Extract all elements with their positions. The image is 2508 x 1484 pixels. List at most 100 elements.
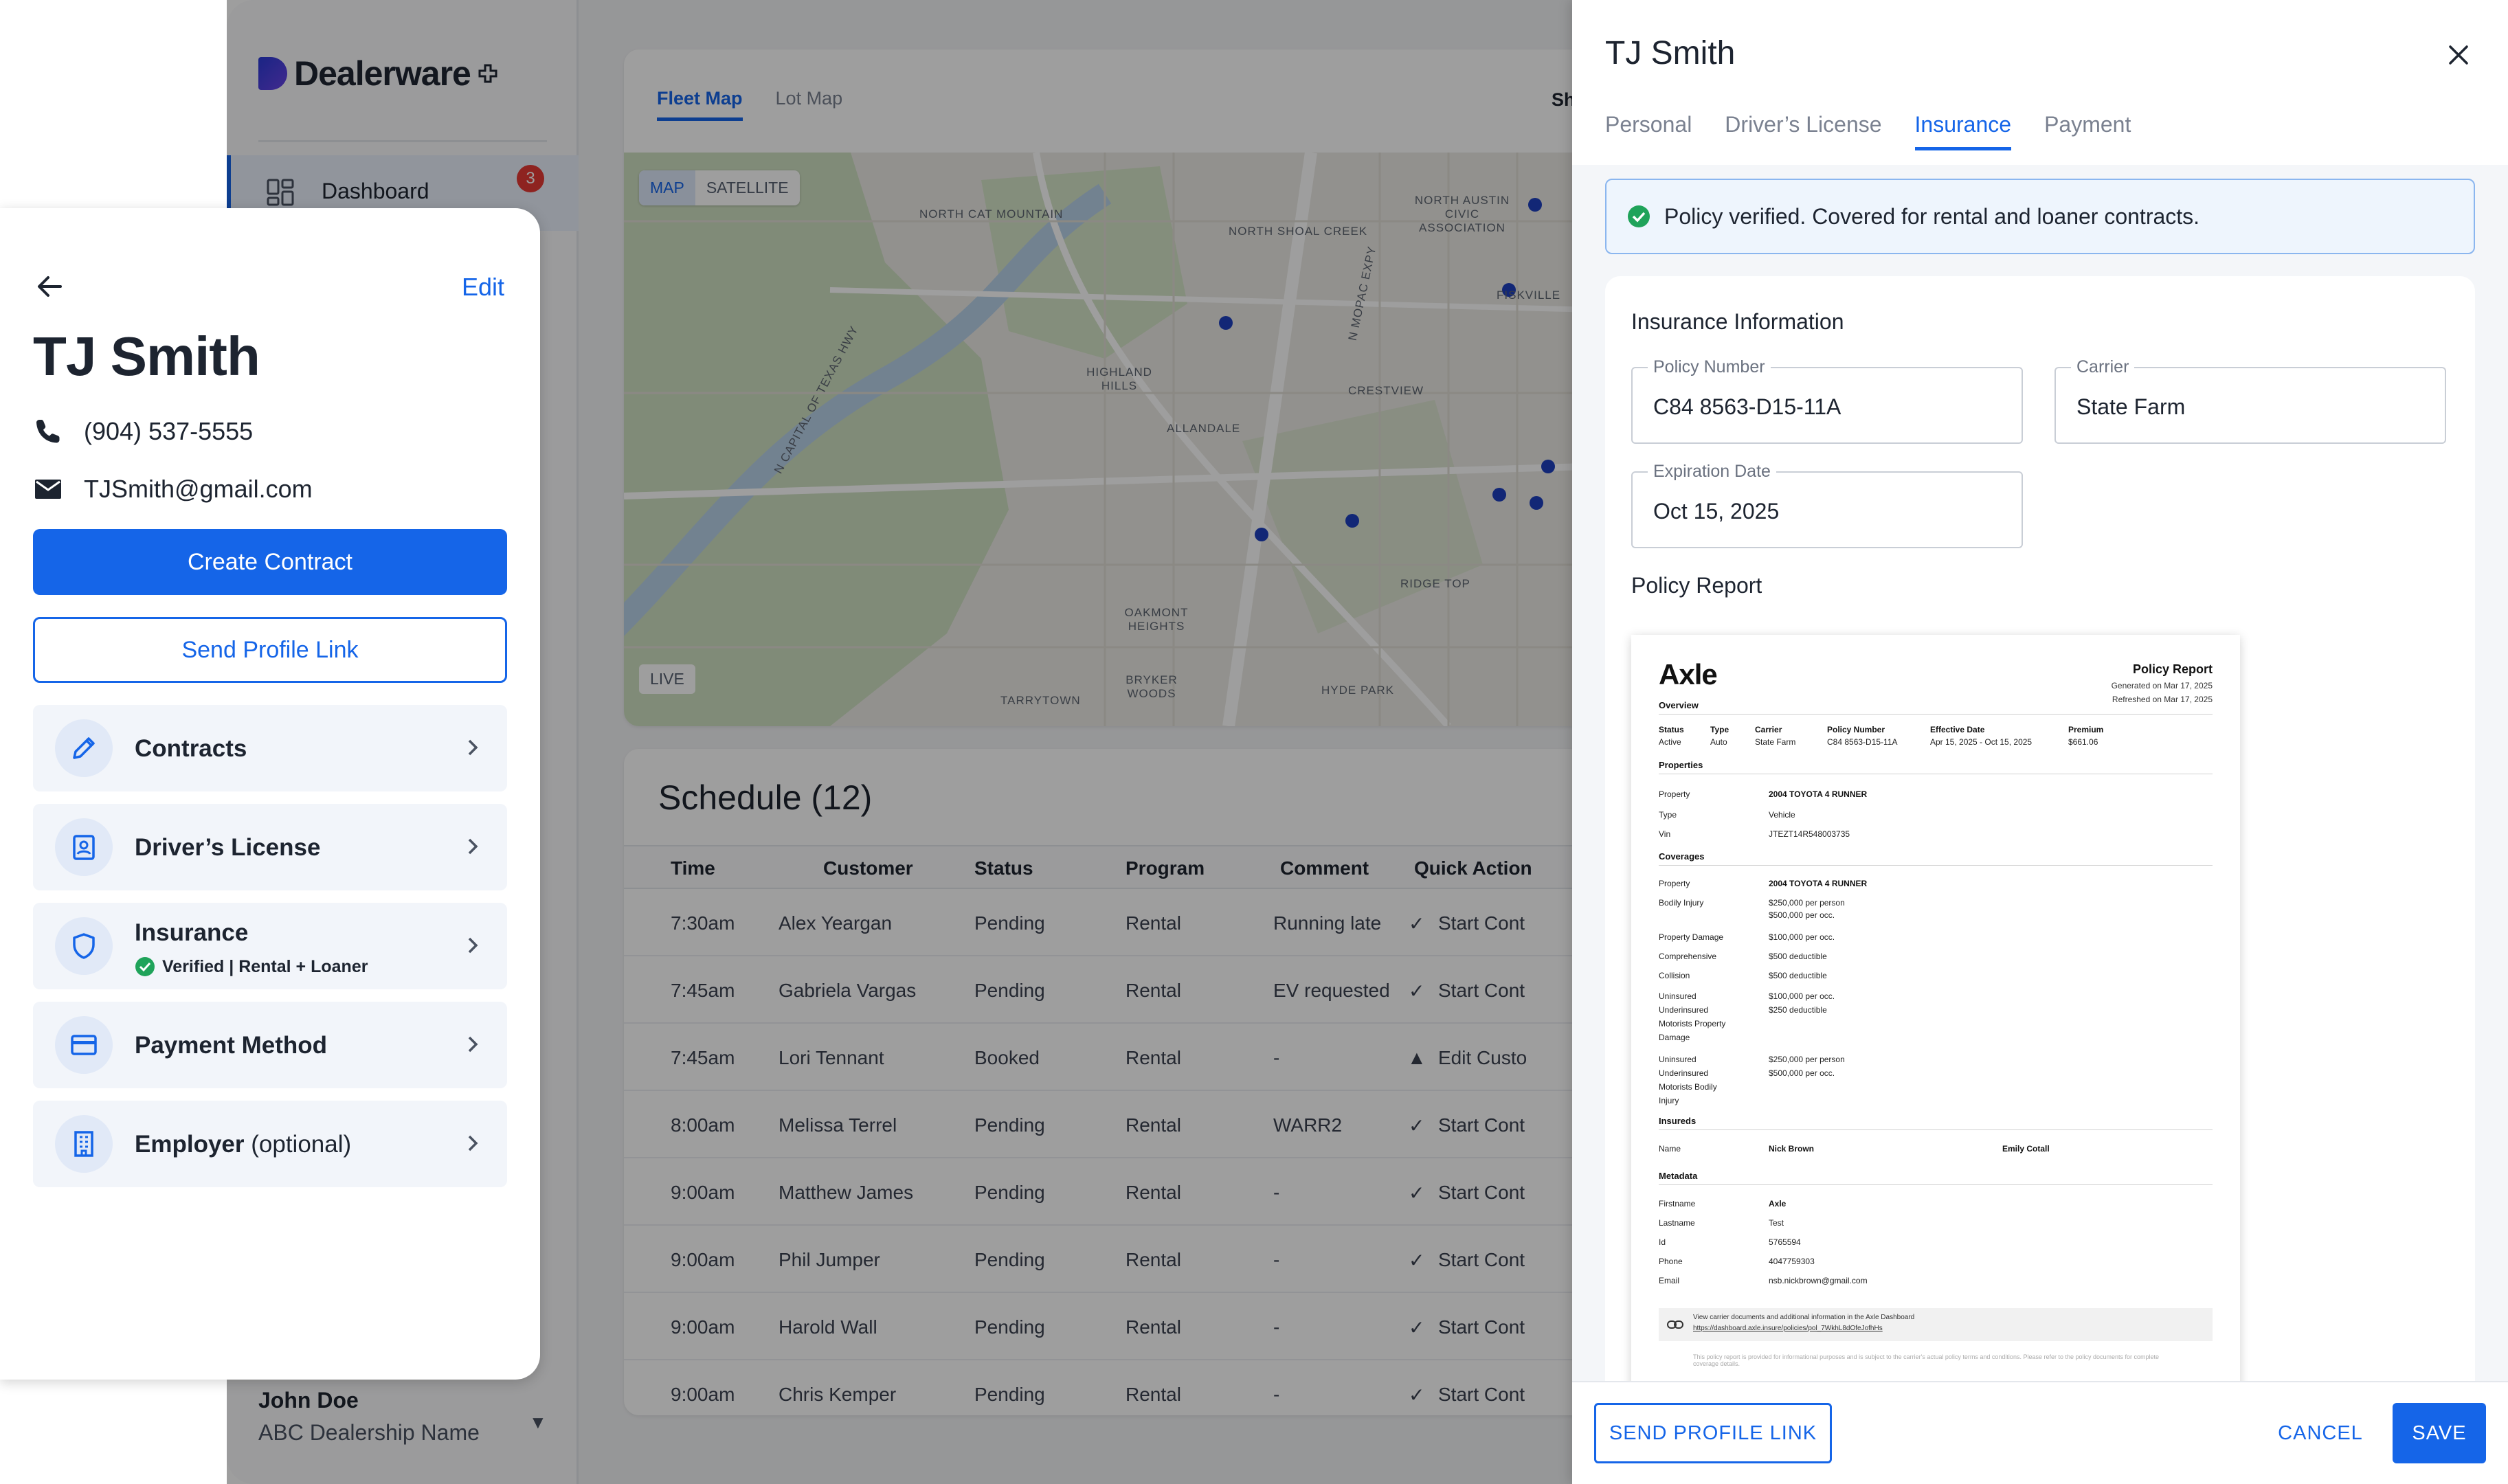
send-profile-link-button[interactable]: Send Profile Link <box>33 617 507 683</box>
report-value: Apr 15, 2025 - Oct 15, 2025 <box>1930 737 2033 747</box>
report-key: Name <box>1659 1144 1681 1154</box>
phone-icon <box>36 420 60 443</box>
report-value: Emily Cotall <box>2002 1144 2050 1154</box>
report-key: Uninsured <box>1659 1055 1697 1064</box>
report-value: nsb.nickbrown@gmail.com <box>1769 1276 1868 1285</box>
divider <box>1659 1129 2213 1130</box>
tab-personal[interactable]: Personal <box>1605 112 1692 150</box>
icon-circle <box>55 719 113 777</box>
optional-label: (optional) <box>251 1131 352 1158</box>
verified-check-icon <box>135 957 155 976</box>
building-icon <box>74 1131 93 1157</box>
profile-item-employer[interactable]: Employer (optional) <box>33 1101 507 1187</box>
phone-row[interactable]: (904) 537-5555 <box>33 416 253 447</box>
report-key: Phone <box>1659 1257 1683 1266</box>
report-key: Damage <box>1659 1033 1690 1042</box>
report-value: Active <box>1659 737 1681 747</box>
report-key: Lastname <box>1659 1218 1695 1228</box>
box-text: View carrier documents and additional in… <box>1693 1314 1915 1321</box>
report-value: 4047759303 <box>1769 1257 1815 1266</box>
tab-payment[interactable]: Payment <box>2044 112 2131 150</box>
report-key: Bodily Injury <box>1659 898 1704 908</box>
chevron-right-icon <box>468 937 478 954</box>
credit-card-icon <box>71 1035 97 1055</box>
verified-check-icon <box>1628 205 1650 227</box>
field-label: Expiration Date <box>1648 462 1776 482</box>
report-title: Policy Report <box>2132 662 2213 676</box>
dashboard-link[interactable]: https://dashboard.axle.insure/policies/p… <box>1693 1323 1914 1334</box>
insurance-status: Verified | Rental + Loaner <box>135 956 368 977</box>
drawer-footer: SEND PROFILE LINK CANCEL SAVE <box>1572 1381 2508 1484</box>
field-label: Policy Number <box>1648 357 1771 377</box>
report-value: State Farm <box>1755 737 1796 747</box>
report-key: Policy Number <box>1827 725 1885 734</box>
profile-item-drivers-license[interactable]: Driver’s License <box>33 804 507 890</box>
policy-report-document[interactable]: Axle Policy Report Generated on Mar 17, … <box>1631 635 2240 1381</box>
customer-name: TJ Smith <box>33 326 260 387</box>
link-icon <box>1667 1320 1683 1329</box>
profile-item-contracts[interactable]: Contracts <box>33 705 507 791</box>
profile-item-payment-method[interactable]: Payment Method <box>33 1002 507 1088</box>
divider <box>1659 1184 2213 1185</box>
report-key: Firstname <box>1659 1199 1696 1208</box>
field-label: Carrier <box>2071 357 2135 377</box>
report-value: Vehicle <box>1769 810 1795 820</box>
chevron-right-icon <box>468 1036 478 1053</box>
drawer-title: TJ Smith <box>1605 35 1736 71</box>
cancel-button[interactable]: CANCEL <box>2269 1403 2372 1463</box>
report-value: $661.06 <box>2068 737 2098 747</box>
report-section: Insureds <box>1659 1116 1697 1126</box>
drawer-header: TJ Smith Personal Driver’s License Insur… <box>1572 0 2508 165</box>
report-key: Status <box>1659 725 1684 734</box>
pencil-icon <box>73 737 95 759</box>
report-value: 2004 TOYOTA 4 RUNNER <box>1769 879 1868 888</box>
field-value: Oct 15, 2025 <box>1653 499 1780 524</box>
save-button[interactable]: SAVE <box>2393 1403 2486 1463</box>
close-icon[interactable] <box>2443 40 2474 70</box>
expiration-date-field[interactable]: Expiration Date Oct 15, 2025 <box>1631 462 2023 548</box>
arrow-back-icon[interactable] <box>33 270 66 303</box>
report-key: Underinsured <box>1659 1068 1709 1078</box>
report-refreshed: Refreshed on Mar 17, 2025 <box>2112 695 2213 704</box>
report-key: Premium <box>2068 725 2104 734</box>
send-profile-link-button[interactable]: SEND PROFILE LINK <box>1594 1403 1832 1463</box>
edit-button[interactable]: Edit <box>462 273 504 302</box>
email-address: TJSmith@gmail.com <box>84 475 313 503</box>
chevron-right-icon <box>468 1135 478 1151</box>
icon-circle <box>55 917 113 975</box>
report-value: $250 deductible <box>1769 1005 1827 1015</box>
create-contract-button[interactable]: Create Contract <box>33 529 507 595</box>
report-value: Axle <box>1769 1199 1787 1208</box>
policy-number-field[interactable]: Policy Number C84 8563-D15-11A <box>1631 357 2023 444</box>
profile-item-label: Employer (optional) <box>135 1131 351 1158</box>
verification-alert: Policy verified. Covered for rental and … <box>1605 179 2475 254</box>
report-key: Effective Date <box>1930 725 1985 734</box>
report-value: $100,000 per occ. <box>1769 991 1835 1001</box>
chevron-right-icon <box>468 838 478 855</box>
field-value: State Farm <box>2076 394 2186 419</box>
report-key: Motorists Bodily <box>1659 1082 1717 1092</box>
section-title: Insurance Information <box>1631 309 1844 334</box>
carrier-field[interactable]: Carrier State Farm <box>2054 357 2446 444</box>
profile-item-insurance[interactable]: Insurance Verified | Rental + Loaner <box>33 903 507 989</box>
report-value: $500 deductible <box>1769 952 1827 961</box>
report-value: $250,000 per person <box>1769 898 1845 908</box>
insurance-status-text: Verified | Rental + Loaner <box>162 956 368 976</box>
report-value: $100,000 per occ. <box>1769 932 1835 942</box>
phone-number: (904) 537-5555 <box>84 417 254 445</box>
divider <box>1659 714 2213 715</box>
customer-profile-card: Edit TJ Smith (904) 537-5555 TJSmith@gma… <box>0 208 540 1380</box>
report-key: Id <box>1659 1237 1666 1247</box>
alert-text: Policy verified. Covered for rental and … <box>1664 203 2200 229</box>
email-icon <box>35 480 61 499</box>
report-key: Comprehensive <box>1659 952 1717 961</box>
insurance-form: Insurance Information Policy Number C84 … <box>1605 276 2475 1381</box>
profile-item-label: Insurance <box>135 919 249 946</box>
email-row[interactable]: TJSmith@gmail.com <box>33 474 313 504</box>
tab-insurance[interactable]: Insurance <box>1914 112 2012 150</box>
fine-print: This policy report is provided for infor… <box>1693 1353 2160 1367</box>
field-value: C84 8563-D15-11A <box>1653 394 1841 419</box>
tab-drivers-license[interactable]: Driver’s License <box>1725 112 1881 150</box>
report-value: $500,000 per occ. <box>1769 1068 1835 1078</box>
report-key: Type <box>1659 810 1677 820</box>
